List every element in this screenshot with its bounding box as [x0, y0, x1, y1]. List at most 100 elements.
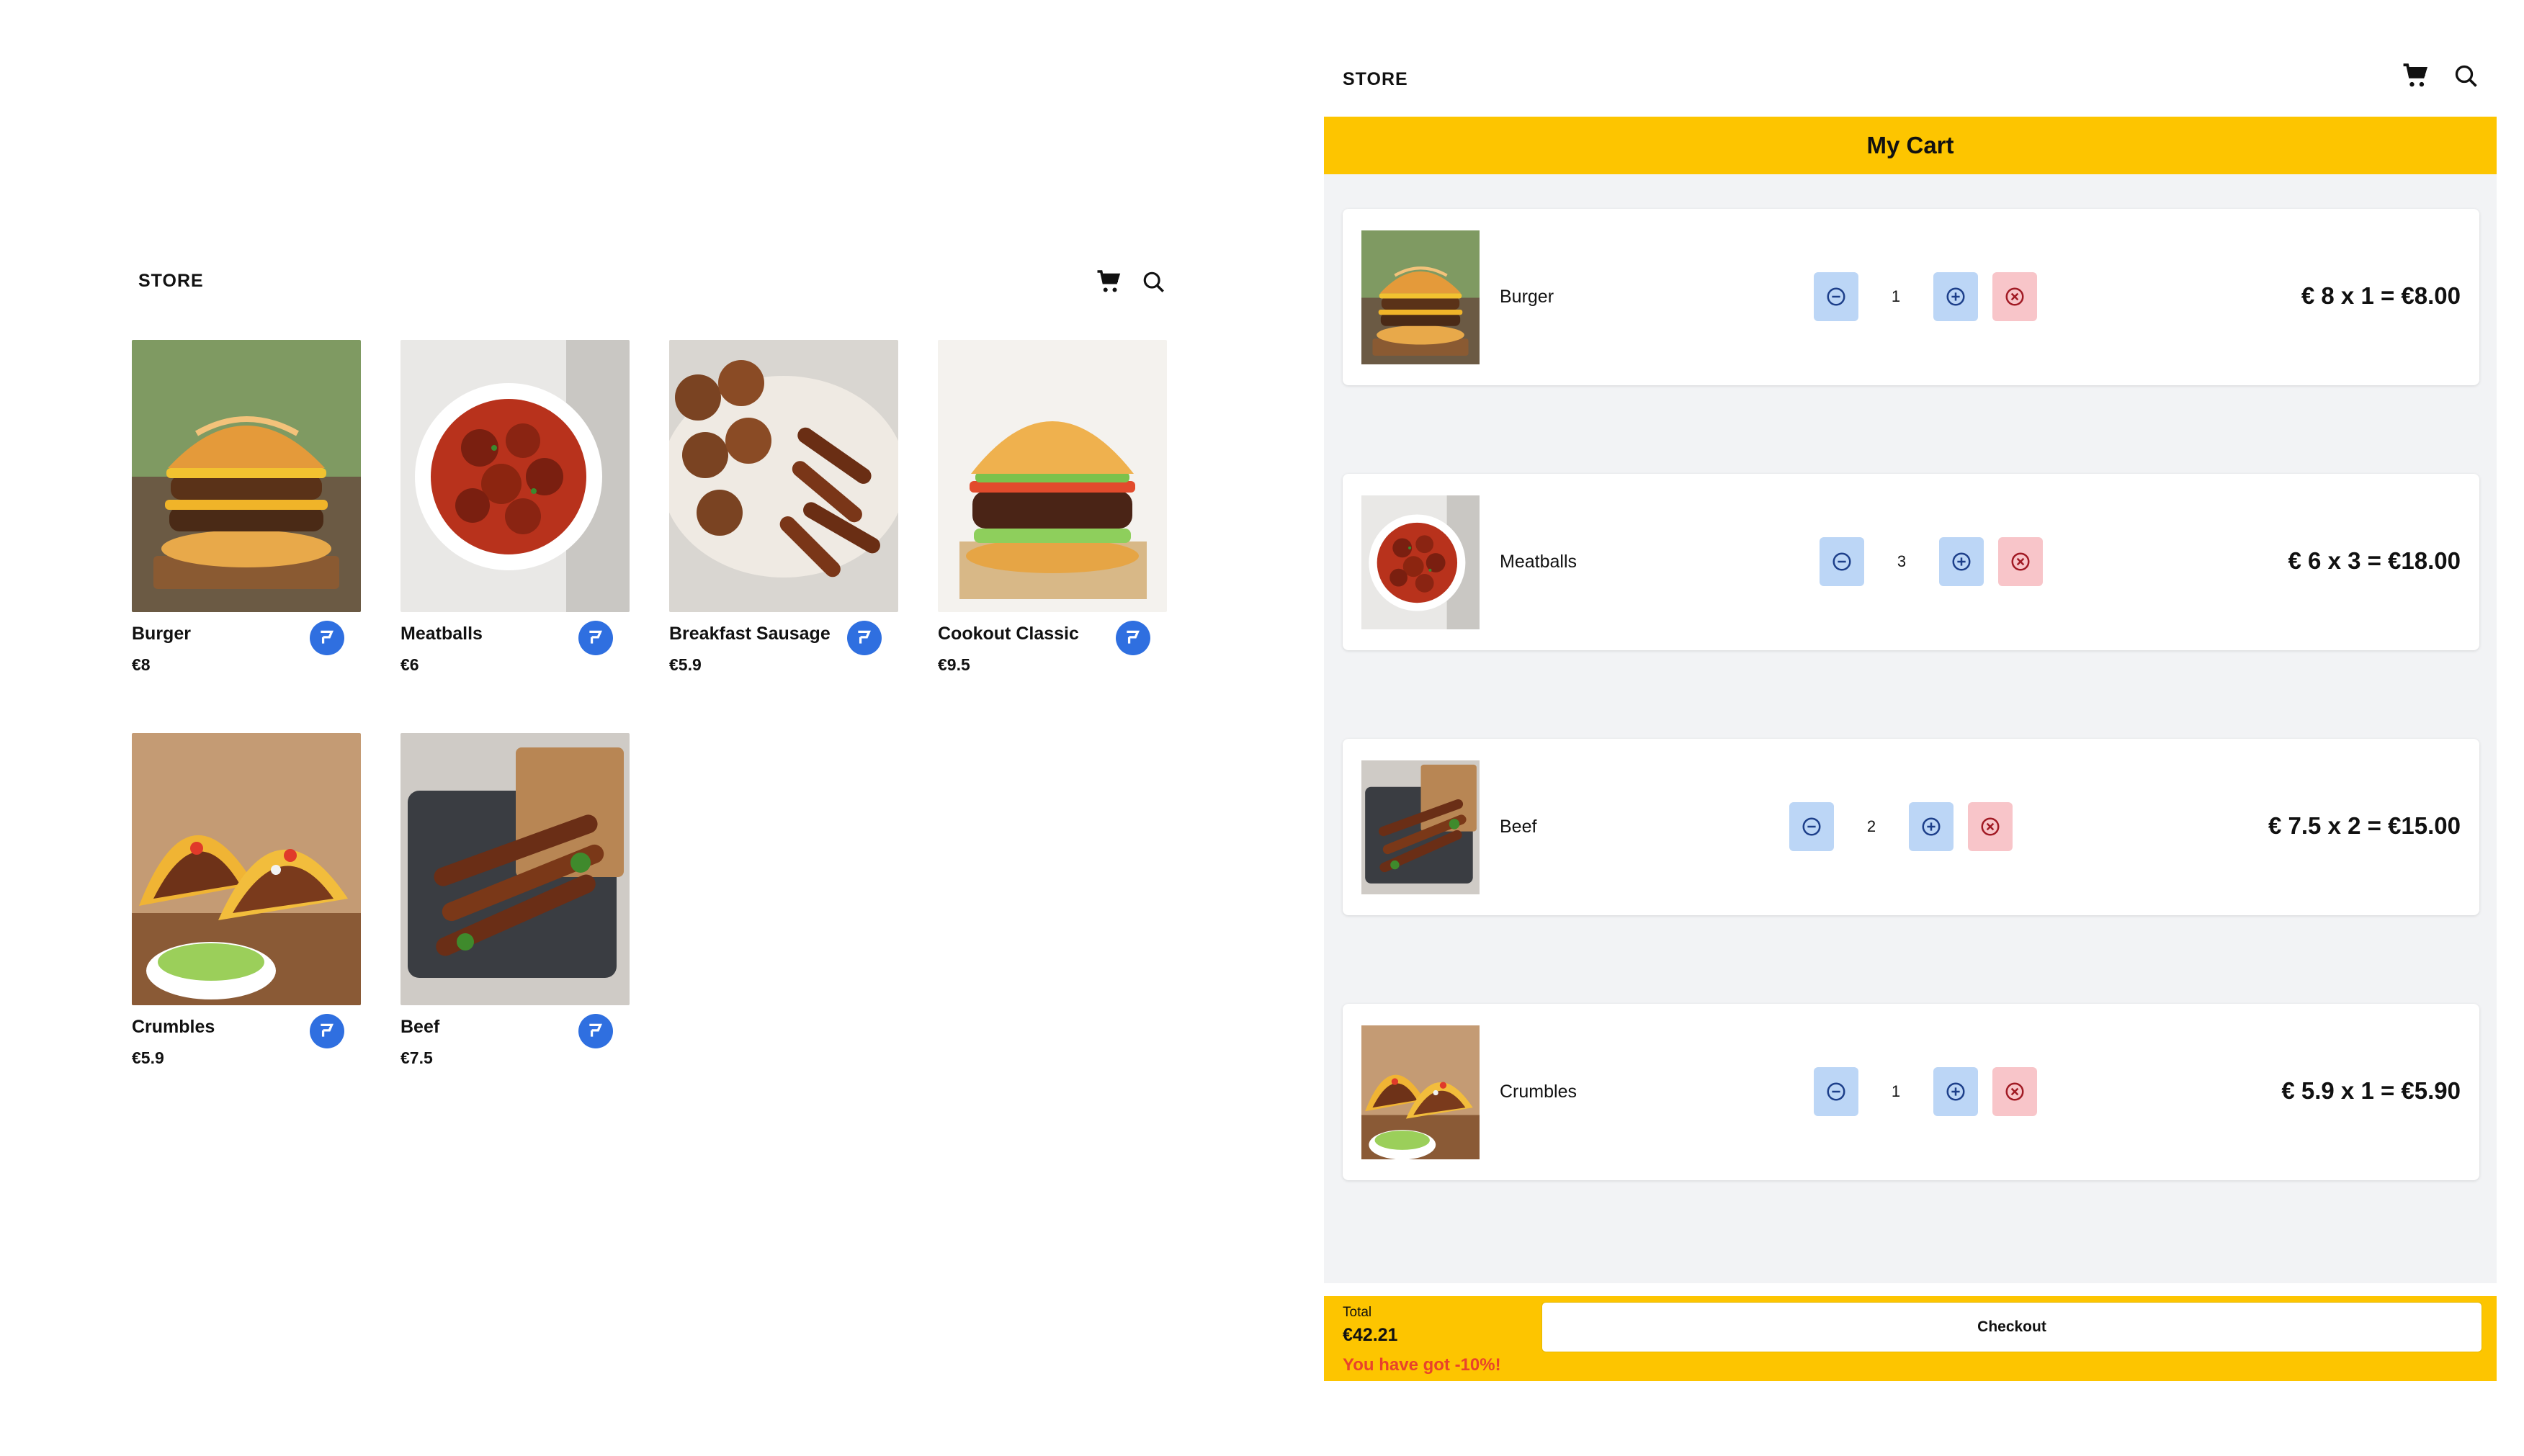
cart-item-line-total: € 7.5 x 2 = €15.00 — [2268, 812, 2461, 839]
product-image-burger[interactable] — [132, 340, 361, 612]
close-circle-icon — [2005, 287, 2024, 306]
cart-item-line-total: € 6 x 3 = €18.00 — [2288, 547, 2461, 574]
cart-item-image — [1361, 1025, 1480, 1159]
decrease-button[interactable] — [1814, 272, 1858, 321]
cart-store-title: STORE — [1343, 69, 1408, 89]
discount-message: You have got -10%! — [1343, 1355, 1501, 1375]
cart-item: Meatballs 3 € 6 x 3 = €18.00 — [1343, 474, 2479, 650]
add-cart-icon — [321, 630, 334, 644]
store-title: STORE — [138, 271, 204, 291]
close-circle-icon — [2005, 1082, 2024, 1101]
quantity-controls: 1 — [1814, 272, 2037, 321]
product-name: Meatballs — [400, 624, 483, 644]
product-price: €7.5 — [400, 1048, 433, 1067]
increase-button[interactable] — [1909, 802, 1954, 851]
minus-circle-icon — [1827, 1082, 1845, 1101]
cart-header: STORE — [1324, 58, 2497, 115]
cart-item-image — [1361, 760, 1480, 894]
product-card[interactable]: Crumbles €5.9 — [132, 733, 361, 1067]
plus-circle-icon — [1952, 552, 1971, 571]
product-price: €6 — [400, 655, 419, 674]
increase-button[interactable] — [1933, 272, 1978, 321]
increase-button[interactable] — [1933, 1067, 1978, 1116]
close-circle-icon — [1981, 817, 2000, 836]
cart-item-image — [1361, 495, 1480, 629]
increase-button[interactable] — [1939, 537, 1984, 586]
remove-button[interactable] — [1998, 537, 2043, 586]
add-cart-icon — [1127, 630, 1140, 644]
cart-footer: Total €42.21 You have got -10%! Checkout — [1324, 1296, 2497, 1381]
cart-heading: My Cart — [1324, 117, 2497, 174]
product-card[interactable]: Meatballs €6 — [400, 340, 630, 674]
total-value: €42.21 — [1343, 1325, 1398, 1345]
product-image-kebab[interactable] — [400, 733, 630, 1005]
plus-circle-icon — [1922, 817, 1941, 836]
remove-button[interactable] — [1992, 1067, 2037, 1116]
product-card[interactable]: Beef €7.5 — [400, 733, 630, 1067]
add-cart-icon — [321, 1023, 334, 1037]
product-name: Burger — [132, 624, 191, 644]
checkout-button[interactable]: Checkout — [1541, 1302, 2482, 1352]
product-image-sausage[interactable] — [669, 340, 898, 612]
product-price: €5.9 — [132, 1048, 164, 1067]
product-name: Crumbles — [132, 1017, 215, 1037]
product-name: Beef — [400, 1017, 440, 1037]
minus-circle-icon — [1832, 552, 1851, 571]
cart-panel: STORE My Cart Burger 1 € 8 x 1 = €8.00 M… — [1324, 0, 2497, 1456]
cart-item-name: Burger — [1500, 287, 1554, 307]
product-name: Cookout Classic — [938, 624, 1079, 644]
cart-icon[interactable] — [1095, 268, 1124, 297]
cart-item-line-total: € 5.9 x 1 = €5.90 — [2281, 1077, 2461, 1104]
cart-item: Burger 1 € 8 x 1 = €8.00 — [1343, 209, 2479, 385]
add-cart-icon — [858, 630, 871, 644]
cart-item-image — [1361, 230, 1480, 364]
cart-icon[interactable] — [2402, 62, 2430, 91]
add-to-cart-button[interactable] — [310, 621, 344, 655]
decrease-button[interactable] — [1814, 1067, 1858, 1116]
store-header: STORE — [138, 268, 1168, 297]
decrease-button[interactable] — [1789, 802, 1834, 851]
add-to-cart-button[interactable] — [310, 1014, 344, 1048]
add-to-cart-button[interactable] — [1116, 621, 1150, 655]
add-to-cart-button[interactable] — [578, 621, 613, 655]
quantity-value: 1 — [1891, 1082, 1901, 1100]
product-card[interactable]: Breakfast Sausage €5.9 — [669, 340, 898, 674]
quantity-value: 1 — [1891, 287, 1901, 305]
cart-item-name: Crumbles — [1500, 1082, 1577, 1102]
cart-item-line-total: € 8 x 1 = €8.00 — [2301, 282, 2461, 309]
add-cart-icon — [589, 630, 602, 644]
product-price: €9.5 — [938, 655, 970, 674]
product-image-tacos[interactable] — [132, 733, 361, 1005]
cart-item-name: Meatballs — [1500, 552, 1577, 572]
total-label: Total — [1343, 1305, 1372, 1320]
remove-button[interactable] — [1968, 802, 2013, 851]
store-panel: STORE Burger €8 Meatballs €6 Breakfast S… — [0, 0, 1297, 1456]
remove-button[interactable] — [1992, 272, 2037, 321]
product-price: €5.9 — [669, 655, 702, 674]
product-name: Breakfast Sausage — [669, 624, 831, 644]
cart-item-name: Beef — [1500, 817, 1537, 837]
plus-circle-icon — [1946, 1082, 1965, 1101]
quantity-controls: 1 — [1814, 1067, 2037, 1116]
quantity-value: 3 — [1897, 552, 1907, 570]
search-icon[interactable] — [1140, 268, 1168, 297]
decrease-button[interactable] — [1820, 537, 1864, 586]
cart-item: Beef 2 € 7.5 x 2 = €15.00 — [1343, 739, 2479, 915]
quantity-value: 2 — [1866, 817, 1876, 835]
store-header-icons — [1095, 268, 1168, 297]
add-to-cart-button[interactable] — [578, 1014, 613, 1048]
cart-item: Crumbles 1 € 5.9 x 1 = €5.90 — [1343, 1004, 2479, 1180]
quantity-controls: 3 — [1820, 537, 2043, 586]
add-to-cart-button[interactable] — [847, 621, 882, 655]
product-price: €8 — [132, 655, 151, 674]
product-image-meatballs[interactable] — [400, 340, 630, 612]
search-icon[interactable] — [2452, 62, 2481, 91]
app-root: STORE Burger €8 Meatballs €6 Breakfast S… — [0, 0, 2524, 1456]
product-image-classic[interactable] — [938, 340, 1167, 612]
cart-header-icons — [2402, 62, 2481, 91]
plus-circle-icon — [1946, 287, 1965, 306]
product-card[interactable]: Burger €8 — [132, 340, 361, 674]
product-card[interactable]: Cookout Classic €9.5 — [938, 340, 1167, 674]
add-cart-icon — [589, 1023, 602, 1037]
quantity-controls: 2 — [1789, 802, 2013, 851]
